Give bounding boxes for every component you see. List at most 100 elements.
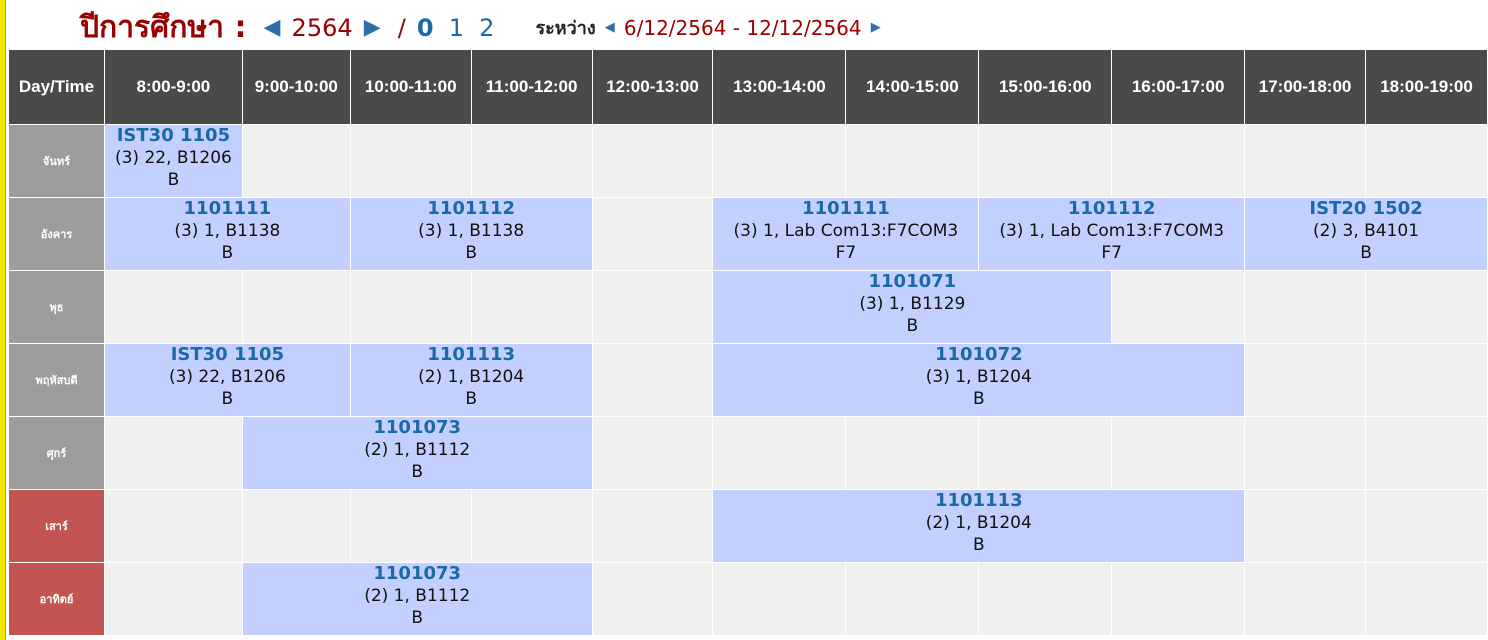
building: B [167,170,180,190]
course-code: 1101073 [373,563,462,584]
time-slot-header: 15:00-16:00 [978,49,1113,125]
empty-slot [591,562,714,636]
academic-year-value: 2564 [291,13,353,42]
academic-year-label: ปีการศึกษา : [80,10,247,45]
building: B [221,389,234,409]
building: B [411,462,424,482]
class-session[interactable]: 1101073 (2) 1, B1112 B [241,416,593,490]
empty-slot [712,416,847,490]
empty-slot [1111,416,1246,490]
date-range-label: ระหว่าง [535,18,596,39]
empty-slot [712,124,847,198]
empty-slot [241,124,351,198]
day-label-tuesday: อังคาร [8,197,105,271]
class-session[interactable]: IST20 1502 (2) 3, B4101 B [1244,197,1488,271]
course-code: 1101112 [427,198,515,219]
day-row-tuesday: อังคาร 1101111 (3) 1, B1138 B 1101112 (3… [8,197,1488,271]
class-session[interactable]: IST30 1105 (3) 22, B1206 B [103,124,243,198]
empty-slot [1111,270,1246,344]
empty-slot [591,416,714,490]
class-session[interactable]: 1101072 (3) 1, B1204 B [712,343,1246,417]
building: B [465,243,477,263]
prev-week-icon[interactable]: ◀ [605,20,615,35]
class-session[interactable]: 1101113 (2) 1, B1204 B [349,343,593,417]
empty-slot [241,270,351,344]
class-timetable: Day/Time 8:00-9:00 9:00-10:00 10:00-11:0… [8,49,1488,636]
course-code: 1101112 [1067,198,1156,219]
time-slot-header: 11:00-12:00 [470,49,593,125]
course-code: 1101111 [802,198,890,219]
empty-slot [978,124,1113,198]
empty-slot [845,562,980,636]
semester-link-2[interactable]: 2 [479,14,494,42]
next-year-icon[interactable]: ▶ [364,15,381,40]
next-week-icon[interactable]: ▶ [871,20,881,35]
day-row-thursday: พฤหัสบดี IST30 1105 (3) 22, B1206 B 1101… [8,343,1488,417]
class-session[interactable]: 1101073 (2) 1, B1112 B [241,562,593,636]
empty-slot [1244,562,1367,636]
empty-slot [349,124,472,198]
building: B [411,608,424,628]
section-room: (3) 1, B1138 [174,221,281,241]
empty-slot [103,562,243,636]
empty-slot [591,270,714,344]
section-room: (3) 1, Lab Com13:F7COM3 [733,221,959,241]
empty-slot [1244,489,1367,563]
day-row-saturday: เสาร์ 1101113 (2) 1, B1204 B [8,489,1488,563]
empty-slot [349,270,472,344]
building: B [906,316,919,336]
day-label-monday: จันทร์ [8,124,105,198]
section-room: (3) 1, B1204 [925,367,1032,387]
section-room: (3) 1, B1138 [418,221,525,241]
empty-slot [470,270,593,344]
building: B [972,535,985,555]
class-session[interactable]: 1101112 (3) 1, B1138 B [349,197,593,271]
time-slot-header: 13:00-14:00 [712,49,847,125]
time-slot-header: 14:00-15:00 [845,49,980,125]
course-code: 1101113 [934,490,1023,511]
day-row-sunday: อาทิตย์ 1101073 (2) 1, B1112 B [8,562,1488,636]
time-slot-header: 12:00-13:00 [591,49,714,125]
empty-slot [103,489,243,563]
left-accent-bar [0,0,6,640]
section-room: (2) 1, B1204 [418,367,525,387]
class-session[interactable]: IST30 1105 (3) 22, B1206 B [103,343,351,417]
empty-slot [103,416,243,490]
semester-link-1[interactable]: 1 [449,14,464,42]
course-code: 1101073 [373,417,462,438]
building: F7 [835,243,857,263]
time-slot-header: 10:00-11:00 [349,49,472,125]
prev-year-icon[interactable]: ◀ [264,15,281,40]
time-slot-header: 18:00-19:00 [1365,49,1488,125]
class-session[interactable]: 1101071 (3) 1, B1129 B [712,270,1113,344]
course-code: IST30 1105 [116,125,231,146]
time-slot-header: 16:00-17:00 [1111,49,1246,125]
class-session[interactable]: 1101111 (3) 1, Lab Com13:F7COM3 F7 [712,197,980,271]
class-session[interactable]: 1101113 (2) 1, B1204 B [712,489,1246,563]
section-room: (2) 3, B4101 [1313,221,1420,241]
date-range-value: 6/12/2564 - 12/12/2564 [623,15,862,40]
course-code: 1101111 [183,198,272,219]
building: B [465,389,477,409]
section-room: (2) 1, B1112 [364,440,471,460]
empty-slot [845,416,980,490]
empty-slot [1365,124,1488,198]
class-session[interactable]: 1101112 (3) 1, Lab Com13:F7COM3 F7 [978,197,1246,271]
empty-slot [470,489,593,563]
semester-link-0[interactable]: 0 [417,14,434,42]
empty-slot [1111,124,1246,198]
course-code: 1101071 [868,271,957,292]
building: B [1360,243,1372,263]
year-semester-separator: / [397,13,406,42]
section-room: (3) 22, B1206 [168,367,286,387]
course-code: 1101072 [934,344,1023,365]
empty-slot [1365,270,1488,344]
section-room: (2) 1, B1204 [925,513,1032,533]
building: B [221,243,234,263]
day-label-wednesday: พุธ [8,270,105,344]
day-row-wednesday: พุธ 1101071 (3) 1, B1129 B [8,270,1488,344]
class-session[interactable]: 1101111 (3) 1, B1138 B [103,197,351,271]
building: F7 [1101,243,1122,263]
course-code: 1101113 [427,344,515,365]
day-row-monday: จันทร์ IST30 1105 (3) 22, B1206 B [8,124,1488,198]
